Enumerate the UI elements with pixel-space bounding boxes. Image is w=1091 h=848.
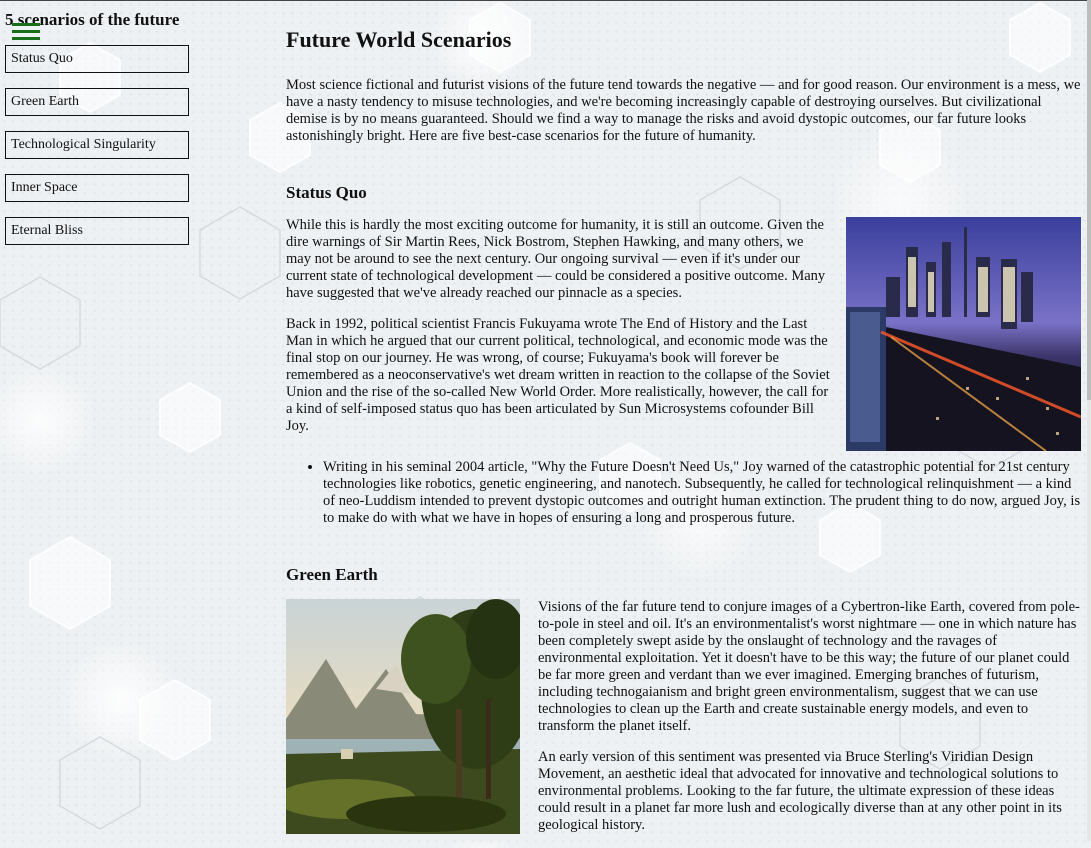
hamburger-menu-icon[interactable] [12, 23, 40, 41]
sidebar-item-eternal-bliss[interactable]: Eternal Bliss [5, 217, 189, 245]
section-green-earth: Green Earth Visions of the far future te… [286, 565, 1081, 834]
main-content: Future World Scenarios Most science fict… [286, 25, 1081, 848]
list-item: Writing in his seminal 2004 article, "Wh… [323, 459, 1081, 527]
scrollbar-thumb[interactable] [1087, 0, 1091, 400]
intro-paragraph: Most science fictional and futurist visi… [286, 77, 1081, 144]
bullet-list: Writing in his seminal 2004 article, "Wh… [323, 459, 1081, 527]
sidebar-item-inner-space[interactable]: Inner Space [5, 174, 189, 202]
sidebar: 5 scenarios of the future Status Quo Gre… [5, 10, 190, 260]
sidebar-item-status-quo[interactable]: Status Quo [5, 45, 189, 73]
section-heading: Green Earth [286, 565, 378, 584]
sidebar-item-green-earth[interactable]: Green Earth [5, 88, 189, 116]
sidebar-nav: Status Quo Green Earth Technological Sin… [5, 45, 190, 245]
vertical-scrollbar[interactable] [1087, 0, 1091, 841]
city-night-image [846, 217, 1081, 451]
sidebar-item-technological-singularity[interactable]: Technological Singularity [5, 131, 189, 159]
section-heading: Status Quo [286, 183, 367, 202]
top-border [0, 0, 1091, 1]
page-title: Future World Scenarios [286, 27, 512, 52]
section-status-quo: Status Quo While this is hardly the most… [286, 183, 1081, 527]
landscape-painting-image [286, 599, 520, 834]
